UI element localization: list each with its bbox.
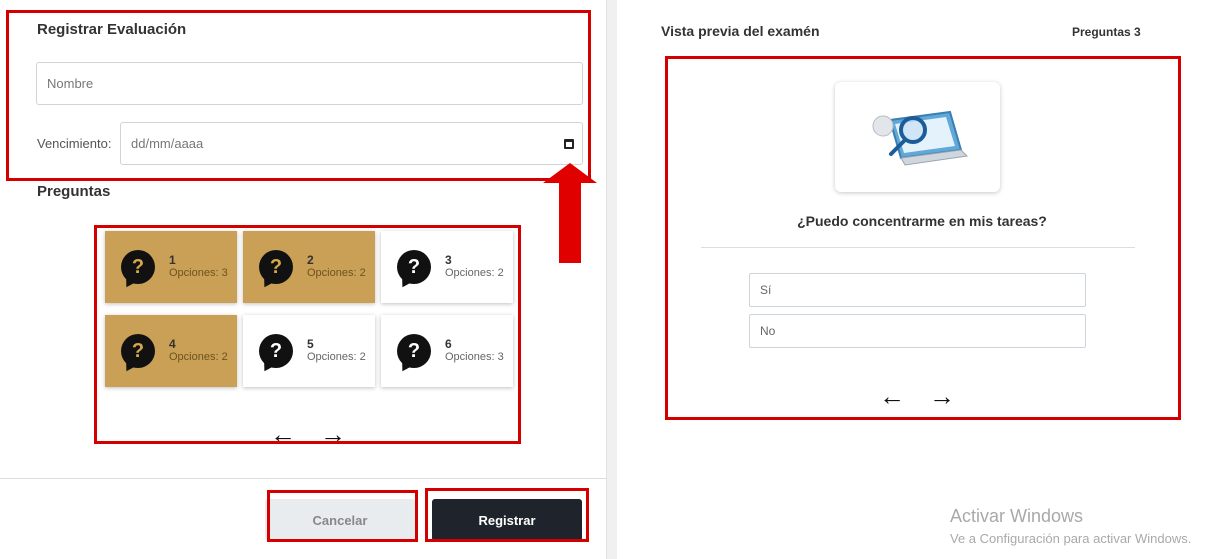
arrow-up-annotation <box>543 163 597 263</box>
form-highlight-box <box>6 10 591 181</box>
activation-watermark-text: Ve a Configuración para activar Windows. <box>950 531 1192 546</box>
questions-title: Preguntas <box>37 183 111 200</box>
preview-highlight-box <box>665 56 1181 420</box>
register-highlight-box <box>425 488 589 542</box>
cancel-highlight-box <box>267 490 418 542</box>
preview-title: Vista previa del examén <box>661 23 820 39</box>
question-count: Preguntas 3 <box>1072 25 1141 39</box>
activation-watermark-title: Activar Windows <box>950 506 1084 526</box>
questions-highlight-box <box>94 225 521 444</box>
footer-divider <box>0 478 607 479</box>
